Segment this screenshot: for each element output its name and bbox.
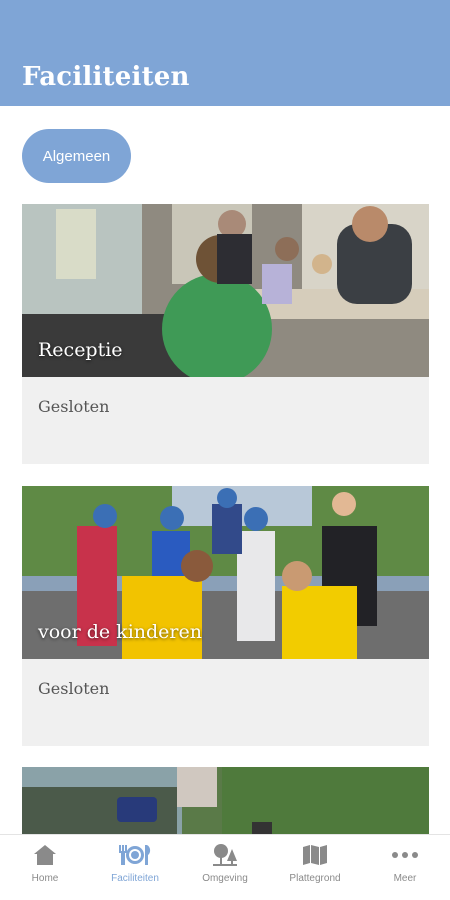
cutlery-icon — [119, 845, 151, 865]
facility-image: Receptie — [22, 204, 429, 377]
page-title: Faciliteiten — [22, 62, 190, 92]
home-icon — [34, 845, 56, 865]
facility-status: Gesloten — [38, 397, 110, 416]
facility-image — [22, 767, 429, 834]
bottom-tab-bar: Home Faciliteiten Omgeving Plattegrond M… — [0, 834, 450, 900]
facility-image: voor de kinderen — [22, 486, 429, 659]
tab-faciliteiten[interactable]: Faciliteiten — [90, 835, 180, 900]
facilities-list[interactable]: Algemeen Receptie Gesloten voor de kinde… — [0, 106, 450, 834]
facility-card-partial[interactable] — [22, 767, 429, 834]
facility-card-kinderen[interactable]: voor de kinderen Gesloten — [22, 486, 429, 746]
facility-status: Gesloten — [38, 679, 110, 698]
tab-label: Faciliteiten — [111, 873, 159, 884]
category-chip-algemeen[interactable]: Algemeen — [22, 129, 131, 183]
app-header: Faciliteiten — [0, 0, 450, 106]
tab-plattegrond[interactable]: Plattegrond — [270, 835, 360, 900]
tab-meer[interactable]: Meer — [360, 835, 450, 900]
tab-omgeving[interactable]: Omgeving — [180, 835, 270, 900]
more-icon — [392, 852, 418, 858]
facility-title: voor de kinderen — [38, 621, 202, 643]
tab-label: Home — [31, 873, 59, 884]
tab-label: Omgeving — [202, 873, 248, 884]
facility-title: Receptie — [38, 339, 123, 361]
tab-home[interactable]: Home — [0, 835, 90, 900]
tab-label: Meer — [393, 873, 417, 884]
tab-label: Plattegrond — [289, 873, 341, 884]
trees-icon — [213, 844, 237, 866]
map-icon — [303, 845, 327, 865]
facility-card-receptie[interactable]: Receptie Gesloten — [22, 204, 429, 464]
